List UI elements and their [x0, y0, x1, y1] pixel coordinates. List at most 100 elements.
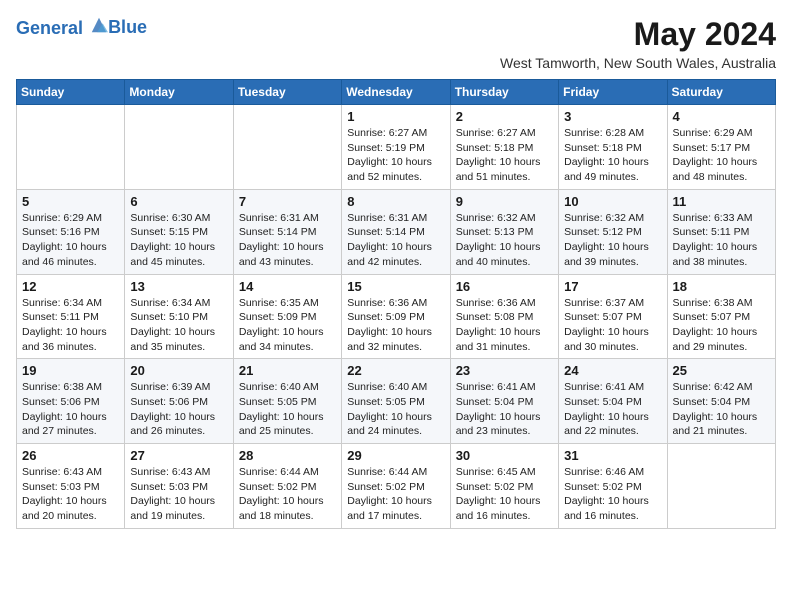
day-number: 3	[564, 109, 661, 124]
cell-info: Sunrise: 6:39 AMSunset: 5:06 PMDaylight:…	[130, 380, 227, 439]
calendar-week-2: 5Sunrise: 6:29 AMSunset: 5:16 PMDaylight…	[17, 189, 776, 274]
calendar-cell: 29 Sunrise: 6:44 AMSunset: 5:02 PMDayligh…	[342, 444, 450, 529]
calendar-cell: 5Sunrise: 6:29 AMSunset: 5:16 PMDaylight…	[17, 189, 125, 274]
calendar-cell: 28 Sunrise: 6:44 AMSunset: 5:02 PMDayligh…	[233, 444, 341, 529]
calendar-cell: 15 Sunrise: 6:36 AMSunset: 5:09 PMDayligh…	[342, 274, 450, 359]
col-thursday: Thursday	[450, 80, 558, 105]
cell-info: Sunrise: 6:27 AMSunset: 5:19 PMDaylight:…	[347, 126, 444, 185]
day-number: 15	[347, 279, 444, 294]
calendar-cell: 13Sunrise: 6:34 AMSunset: 5:10 PMDayligh…	[125, 274, 233, 359]
col-wednesday: Wednesday	[342, 80, 450, 105]
calendar-cell: 10 Sunrise: 6:32 AMSunset: 5:12 PMDayligh…	[559, 189, 667, 274]
cell-info: Sunrise: 6:34 AMSunset: 5:10 PMDaylight:…	[130, 296, 227, 355]
cell-info: Sunrise: 6:32 AMSunset: 5:13 PMDaylight:…	[456, 211, 553, 270]
calendar-header-row: Sunday Monday Tuesday Wednesday Thursday…	[17, 80, 776, 105]
cell-info: Sunrise: 6:42 AMSunset: 5:04 PMDaylight:…	[673, 380, 770, 439]
day-number: 24	[564, 363, 661, 378]
calendar-cell: 8 Sunrise: 6:31 AMSunset: 5:14 PMDaylight…	[342, 189, 450, 274]
calendar-week-4: 19 Sunrise: 6:38 AMSunset: 5:06 PMDayligh…	[17, 359, 776, 444]
calendar-cell: 7 Sunrise: 6:31 AMSunset: 5:14 PMDaylight…	[233, 189, 341, 274]
day-number: 17	[564, 279, 661, 294]
day-number: 19	[22, 363, 119, 378]
day-number: 31	[564, 448, 661, 463]
day-number: 27	[130, 448, 227, 463]
day-number: 29	[347, 448, 444, 463]
month-year: May 2024	[500, 16, 776, 53]
day-number: 11	[673, 194, 770, 209]
calendar-cell: 25 Sunrise: 6:42 AMSunset: 5:04 PMDayligh…	[667, 359, 775, 444]
cell-info: Sunrise: 6:40 AMSunset: 5:05 PMDaylight:…	[347, 380, 444, 439]
logo-blue: Blue	[108, 18, 147, 38]
calendar-cell: 1Sunrise: 6:27 AMSunset: 5:19 PMDaylight…	[342, 105, 450, 190]
cell-info: Sunrise: 6:45 AMSunset: 5:02 PMDaylight:…	[456, 465, 553, 524]
cell-info: Sunrise: 6:34 AMSunset: 5:11 PMDaylight:…	[22, 296, 119, 355]
day-number: 2	[456, 109, 553, 124]
col-friday: Friday	[559, 80, 667, 105]
calendar-cell: 16 Sunrise: 6:36 AMSunset: 5:08 PMDayligh…	[450, 274, 558, 359]
calendar-cell: 21 Sunrise: 6:40 AMSunset: 5:05 PMDayligh…	[233, 359, 341, 444]
calendar-cell: 4 Sunrise: 6:29 AMSunset: 5:17 PMDaylight…	[667, 105, 775, 190]
calendar-cell: 30 Sunrise: 6:45 AMSunset: 5:02 PMDayligh…	[450, 444, 558, 529]
cell-info: Sunrise: 6:36 AMSunset: 5:08 PMDaylight:…	[456, 296, 553, 355]
cell-info: Sunrise: 6:36 AMSunset: 5:09 PMDaylight:…	[347, 296, 444, 355]
day-number: 18	[673, 279, 770, 294]
calendar-cell: 17 Sunrise: 6:37 AMSunset: 5:07 PMDayligh…	[559, 274, 667, 359]
calendar-cell	[17, 105, 125, 190]
page-header: General Blue May 2024 West Tamworth, New…	[16, 16, 776, 71]
cell-info: Sunrise: 6:40 AMSunset: 5:05 PMDaylight:…	[239, 380, 336, 439]
day-number: 20	[130, 363, 227, 378]
calendar-cell: 11Sunrise: 6:33 AMSunset: 5:11 PMDayligh…	[667, 189, 775, 274]
calendar-cell: 3Sunrise: 6:28 AMSunset: 5:18 PMDaylight…	[559, 105, 667, 190]
cell-info: Sunrise: 6:43 AMSunset: 5:03 PMDaylight:…	[130, 465, 227, 524]
cell-info: Sunrise: 6:38 AMSunset: 5:07 PMDaylight:…	[673, 296, 770, 355]
logo: General Blue	[16, 16, 147, 39]
cell-info: Sunrise: 6:44 AMSunset: 5:02 PMDaylight:…	[347, 465, 444, 524]
cell-info: Sunrise: 6:44 AMSunset: 5:02 PMDaylight:…	[239, 465, 336, 524]
day-number: 8	[347, 194, 444, 209]
cell-info: Sunrise: 6:32 AMSunset: 5:12 PMDaylight:…	[564, 211, 661, 270]
day-number: 7	[239, 194, 336, 209]
cell-info: Sunrise: 6:31 AMSunset: 5:14 PMDaylight:…	[347, 211, 444, 270]
day-number: 21	[239, 363, 336, 378]
cell-info: Sunrise: 6:37 AMSunset: 5:07 PMDaylight:…	[564, 296, 661, 355]
calendar-cell: 27 Sunrise: 6:43 AMSunset: 5:03 PMDayligh…	[125, 444, 233, 529]
calendar-cell	[125, 105, 233, 190]
day-number: 6	[130, 194, 227, 209]
cell-info: Sunrise: 6:35 AMSunset: 5:09 PMDaylight:…	[239, 296, 336, 355]
col-tuesday: Tuesday	[233, 80, 341, 105]
cell-info: Sunrise: 6:41 AMSunset: 5:04 PMDaylight:…	[456, 380, 553, 439]
cell-info: Sunrise: 6:46 AMSunset: 5:02 PMDaylight:…	[564, 465, 661, 524]
day-number: 30	[456, 448, 553, 463]
day-number: 28	[239, 448, 336, 463]
logo-text: General	[16, 16, 108, 39]
day-number: 25	[673, 363, 770, 378]
day-number: 9	[456, 194, 553, 209]
day-number: 16	[456, 279, 553, 294]
cell-info: Sunrise: 6:29 AMSunset: 5:16 PMDaylight:…	[22, 211, 119, 270]
calendar-cell: 12 Sunrise: 6:34 AMSunset: 5:11 PMDayligh…	[17, 274, 125, 359]
calendar-cell: 22 Sunrise: 6:40 AMSunset: 5:05 PMDayligh…	[342, 359, 450, 444]
cell-info: Sunrise: 6:29 AMSunset: 5:17 PMDaylight:…	[673, 126, 770, 185]
day-number: 14	[239, 279, 336, 294]
calendar-cell: 20 Sunrise: 6:39 AMSunset: 5:06 PMDayligh…	[125, 359, 233, 444]
calendar-cell: 31 Sunrise: 6:46 AMSunset: 5:02 PMDayligh…	[559, 444, 667, 529]
cell-info: Sunrise: 6:30 AMSunset: 5:15 PMDaylight:…	[130, 211, 227, 270]
calendar-cell: 6 Sunrise: 6:30 AMSunset: 5:15 PMDaylight…	[125, 189, 233, 274]
day-number: 4	[673, 109, 770, 124]
day-number: 10	[564, 194, 661, 209]
calendar-week-5: 26 Sunrise: 6:43 AMSunset: 5:03 PMDayligh…	[17, 444, 776, 529]
calendar-cell	[233, 105, 341, 190]
day-number: 23	[456, 363, 553, 378]
calendar-table: Sunday Monday Tuesday Wednesday Thursday…	[16, 79, 776, 529]
cell-info: Sunrise: 6:38 AMSunset: 5:06 PMDaylight:…	[22, 380, 119, 439]
day-number: 22	[347, 363, 444, 378]
day-number: 12	[22, 279, 119, 294]
calendar-cell: 24 Sunrise: 6:41 AMSunset: 5:04 PMDayligh…	[559, 359, 667, 444]
calendar-week-3: 12 Sunrise: 6:34 AMSunset: 5:11 PMDayligh…	[17, 274, 776, 359]
cell-info: Sunrise: 6:41 AMSunset: 5:04 PMDaylight:…	[564, 380, 661, 439]
day-number: 26	[22, 448, 119, 463]
calendar-cell: 26Sunrise: 6:43 AMSunset: 5:03 PMDayligh…	[17, 444, 125, 529]
col-monday: Monday	[125, 80, 233, 105]
calendar-cell: 18 Sunrise: 6:38 AMSunset: 5:07 PMDayligh…	[667, 274, 775, 359]
cell-info: Sunrise: 6:31 AMSunset: 5:14 PMDaylight:…	[239, 211, 336, 270]
